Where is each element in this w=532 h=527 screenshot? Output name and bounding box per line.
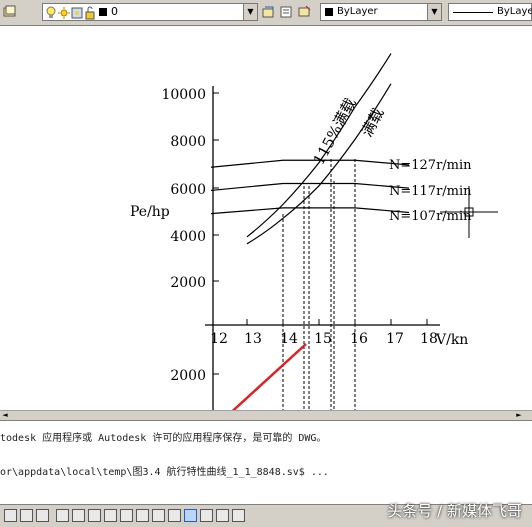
osnap-icon[interactable] bbox=[72, 509, 85, 522]
horizontal-scrollbar[interactable]: ◄ ► bbox=[0, 410, 532, 420]
polar-icon[interactable] bbox=[56, 509, 69, 522]
y-tick-label: 2000 bbox=[170, 368, 206, 384]
layer-dropdown-arrow[interactable]: ▼ bbox=[243, 4, 257, 20]
layer-match-icon[interactable] bbox=[298, 4, 312, 18]
curve-label-full-load: 满载 bbox=[358, 105, 388, 140]
layer-dropdown[interactable]: 0 ▼ bbox=[42, 3, 258, 21]
y-tick-label: 10000 bbox=[161, 87, 206, 103]
command-window[interactable]: todesk 应用程序或 Autodesk 许可的应用程序保存，是可靠的 DWG… bbox=[0, 420, 532, 505]
layers-icon[interactable] bbox=[3, 4, 17, 18]
series-group bbox=[210, 53, 410, 245]
color-square-icon bbox=[99, 8, 107, 16]
series-line[interactable] bbox=[210, 207, 410, 215]
y-tick-label: 8000 bbox=[170, 134, 206, 150]
y-axis-label: Pe/hp bbox=[130, 204, 170, 220]
series-line[interactable] bbox=[210, 159, 410, 168]
curve-label-n127: N=127r/min bbox=[389, 158, 472, 173]
x-axis-label: V/kn bbox=[435, 332, 468, 348]
chart-svg: 10000 8000 6000 4000 2000 2000 12 13 14 … bbox=[130, 53, 498, 410]
x-tick-label: 15 bbox=[314, 331, 332, 347]
command-history-line: todesk 应用程序或 Autodesk 许可的应用程序保存，是可靠的 DWG… bbox=[0, 433, 327, 444]
drawing-canvas[interactable]: 10000 8000 6000 4000 2000 2000 12 13 14 … bbox=[0, 26, 532, 410]
grid-icon[interactable] bbox=[20, 509, 33, 522]
quick-properties-icon[interactable] bbox=[200, 509, 213, 522]
lineweight-icon[interactable] bbox=[152, 509, 165, 522]
linetype-sample bbox=[453, 12, 493, 13]
color-dropdown-arrow[interactable]: ▼ bbox=[427, 4, 441, 20]
dyn-icon[interactable] bbox=[136, 509, 149, 522]
sun-icon[interactable] bbox=[58, 5, 70, 19]
plus-icon[interactable] bbox=[168, 509, 181, 522]
ortho-icon[interactable] bbox=[36, 509, 49, 522]
x-tick-label: 17 bbox=[386, 331, 404, 347]
ucs-icon[interactable] bbox=[120, 509, 133, 522]
layer-state-icon[interactable] bbox=[280, 4, 294, 18]
snap-icon[interactable] bbox=[4, 509, 17, 522]
transparency-icon[interactable] bbox=[184, 509, 197, 522]
layer-name: 0 bbox=[111, 5, 118, 18]
scroll-left-arrow[interactable]: ◄ bbox=[0, 411, 10, 420]
command-history-line: or\appdata\local\temp\图3.4 航行特性曲线_1_1_88… bbox=[0, 467, 329, 478]
linetype-dropdown[interactable]: ByLayer bbox=[448, 3, 532, 21]
properties-toolbar: 0 ▼ ByLayer ▼ ByLayer bbox=[0, 0, 532, 26]
viewport-freeze-icon[interactable] bbox=[71, 5, 83, 19]
y-tick-label: 6000 bbox=[170, 182, 206, 198]
annotation-monitor-icon[interactable] bbox=[232, 509, 245, 522]
lock-icon[interactable] bbox=[84, 5, 96, 20]
watermark: 头条号 / 新媒体飞哥 bbox=[387, 502, 522, 520]
x-tick-label: 12 bbox=[210, 331, 228, 347]
otrack-icon[interactable] bbox=[104, 509, 117, 522]
selection-cycling-icon[interactable] bbox=[216, 509, 229, 522]
3d-osnap-icon[interactable] bbox=[88, 509, 101, 522]
curve-label-n117: N=117r/min bbox=[389, 184, 472, 199]
bulb-icon[interactable] bbox=[45, 5, 57, 19]
scroll-right-arrow[interactable]: ► bbox=[514, 411, 524, 420]
curve-label-overload: 115%满载 bbox=[310, 95, 360, 168]
layer-previous-icon[interactable] bbox=[262, 4, 276, 18]
y-tick-label: 2000 bbox=[170, 275, 206, 291]
axes-group: 10000 8000 6000 4000 2000 2000 12 13 14 … bbox=[130, 86, 498, 410]
color-value: ByLayer bbox=[337, 6, 378, 17]
color-dropdown[interactable]: ByLayer ▼ bbox=[320, 3, 442, 21]
y-tick-label: 4000 bbox=[170, 229, 206, 245]
linetype-value: ByLayer bbox=[497, 6, 532, 17]
x-tick-label: 16 bbox=[350, 331, 368, 347]
color-swatch bbox=[325, 8, 333, 16]
series-line[interactable] bbox=[210, 182, 410, 192]
x-tick-label: 13 bbox=[244, 331, 262, 347]
